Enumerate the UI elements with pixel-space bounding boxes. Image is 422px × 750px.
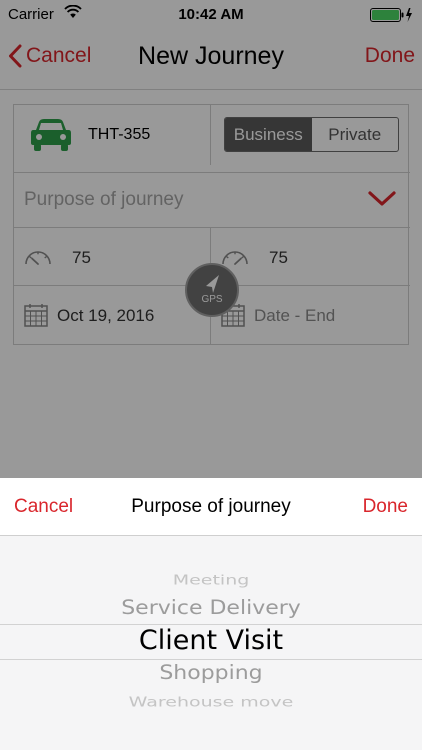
picker-option[interactable]: Meeting	[0, 572, 422, 588]
picker-done-button[interactable]: Done	[363, 496, 408, 518]
picker-option[interactable]: Warehouse move	[0, 694, 422, 710]
modal-dim-overlay[interactable]	[0, 0, 422, 478]
picker-toolbar: Cancel Purpose of journey Done	[0, 478, 422, 536]
picker-option[interactable]: Service Delivery	[0, 598, 422, 620]
picker-option[interactable]: Shopping	[0, 663, 422, 685]
picker-option-selected[interactable]: Client Visit	[0, 625, 422, 656]
picker-cancel-button[interactable]: Cancel	[14, 496, 73, 518]
purpose-picker-wheel[interactable]: Meeting Service Delivery Client Visit Sh…	[0, 536, 422, 750]
selection-indicator-bottom	[0, 659, 422, 660]
